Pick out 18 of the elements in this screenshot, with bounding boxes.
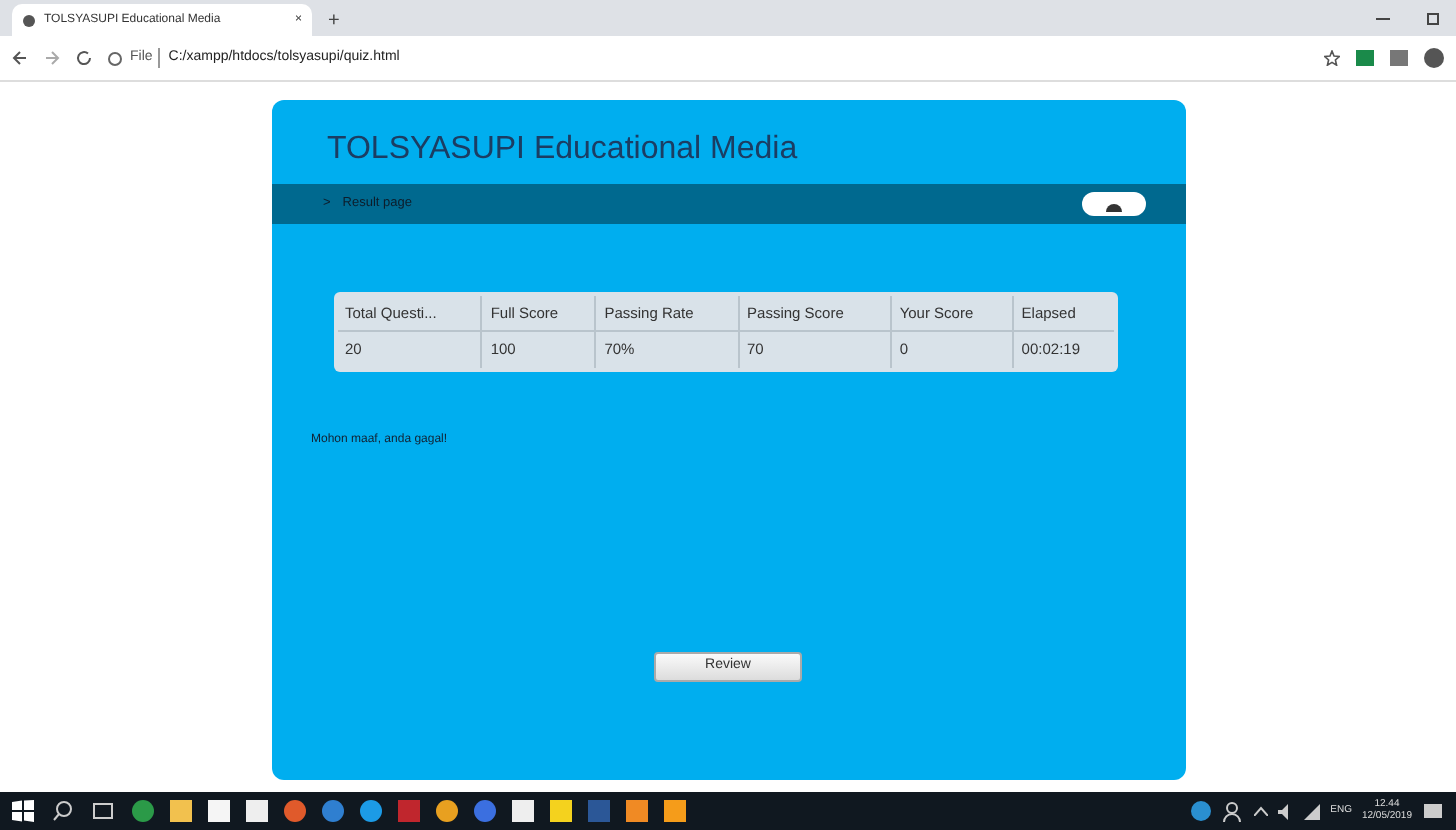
- start-icon[interactable]: [12, 800, 34, 822]
- reload-icon[interactable]: [76, 50, 92, 66]
- app-icon[interactable]: [474, 800, 496, 822]
- app-title: TOLSYASUPI Educational Media: [325, 130, 800, 170]
- task-view-icon[interactable]: [92, 800, 114, 822]
- app-icon[interactable]: [360, 800, 382, 822]
- new-tab-button[interactable]: +: [328, 6, 340, 36]
- people-icon[interactable]: [1222, 800, 1245, 822]
- back-icon[interactable]: [12, 50, 28, 66]
- star-icon[interactable]: [1324, 50, 1340, 66]
- info-icon: [108, 51, 122, 65]
- toggle-button[interactable]: [1081, 192, 1145, 216]
- caret-icon[interactable]: [1254, 806, 1269, 816]
- search-icon[interactable]: [52, 800, 74, 822]
- app-icon[interactable]: [284, 800, 306, 822]
- restore-icon[interactable]: [1426, 11, 1440, 25]
- network-icon[interactable]: [1304, 803, 1321, 819]
- profile-icon[interactable]: [1424, 48, 1444, 68]
